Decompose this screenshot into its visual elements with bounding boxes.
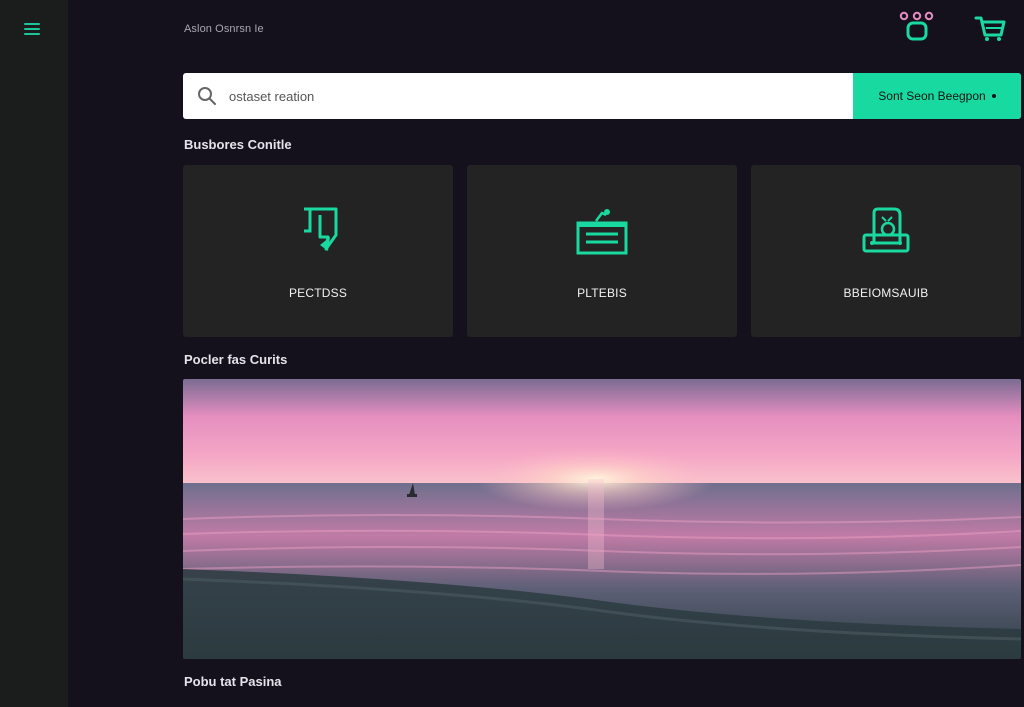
hero-image[interactable] bbox=[183, 379, 1021, 659]
document-icon bbox=[290, 205, 346, 257]
cart-icon[interactable] bbox=[972, 8, 1008, 44]
category-cards: PECTDSS PLTEBIS BBEIOMSAUIB bbox=[183, 165, 1021, 337]
categories-title: Busbores Conitle bbox=[184, 137, 292, 152]
footer-title: Pobu tat Pasina bbox=[184, 674, 282, 689]
search-bar: Sont Seon Beegpon bbox=[183, 73, 1021, 119]
dot-icon bbox=[991, 94, 996, 98]
profile-badge-icon bbox=[858, 205, 914, 257]
category-card-label: PLTEBIS bbox=[577, 286, 627, 300]
search-input[interactable] bbox=[227, 73, 847, 119]
search-button[interactable]: Sont Seon Beegpon bbox=[853, 73, 1021, 119]
category-card[interactable]: PLTEBIS bbox=[467, 165, 737, 337]
search-button-label: Sont Seon Beegpon bbox=[878, 89, 986, 103]
category-card[interactable]: PECTDSS bbox=[183, 165, 453, 337]
clipboard-icon bbox=[574, 205, 630, 257]
category-card[interactable]: BBEIOMSAUIB bbox=[751, 165, 1021, 337]
menu-icon[interactable] bbox=[24, 20, 44, 38]
featured-title: Pocler fas Curits bbox=[184, 352, 288, 367]
category-card-label: BBEIOMSAUIB bbox=[843, 286, 929, 300]
robot-account-icon[interactable] bbox=[899, 8, 935, 44]
category-card-label: PECTDSS bbox=[288, 286, 348, 300]
sidebar bbox=[0, 0, 68, 707]
search-icon bbox=[197, 86, 217, 106]
breadcrumb: Aslon Osnrsn Ie bbox=[184, 23, 264, 35]
